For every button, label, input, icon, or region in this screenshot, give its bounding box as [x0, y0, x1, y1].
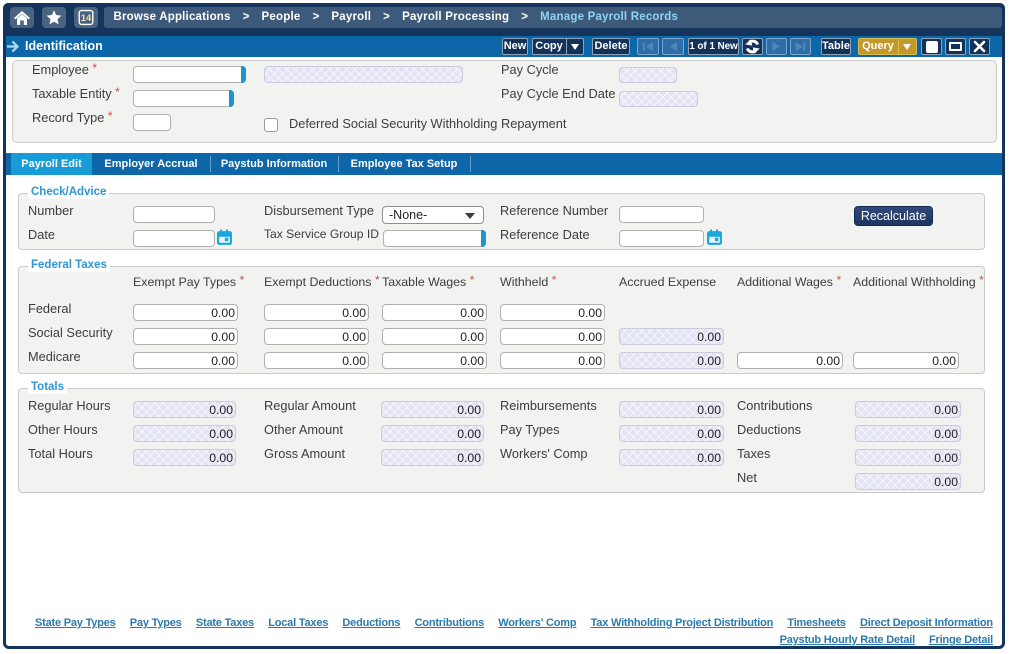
svg-text:14: 14 [80, 13, 91, 24]
